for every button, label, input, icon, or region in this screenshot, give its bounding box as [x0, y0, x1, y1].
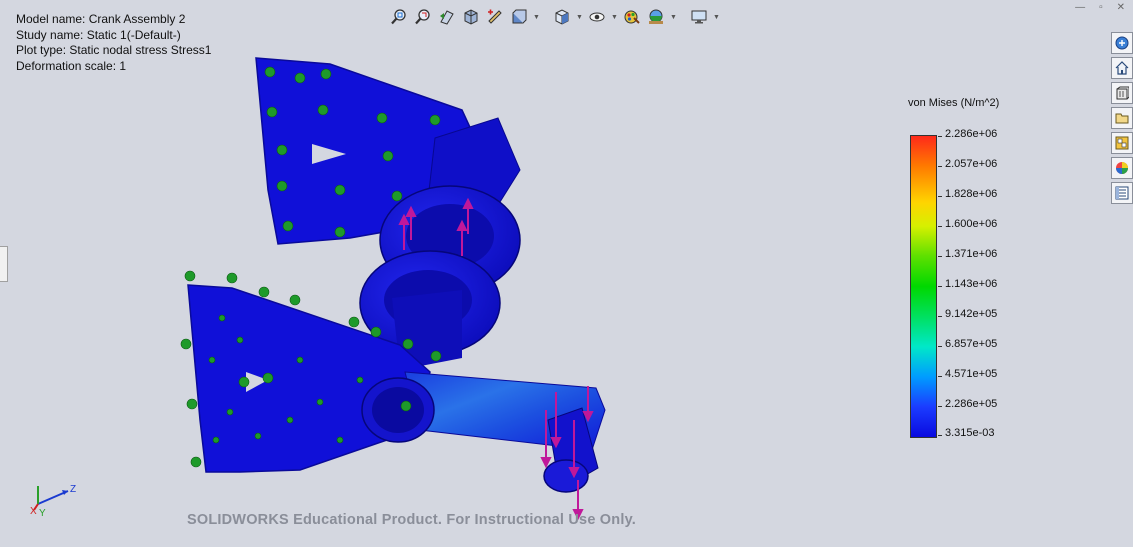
- legend-label: 1.600e+06: [945, 218, 998, 230]
- triad-axes-icon: [33, 486, 69, 511]
- legend-label: 2.286e+05: [945, 398, 998, 410]
- color-scale-bar[interactable]: [910, 135, 937, 438]
- triad-y-label: Y: [39, 508, 46, 519]
- legend-label-max: 2.286e+06: [945, 128, 998, 140]
- educational-watermark: SOLIDWORKS Educational Product. For Inst…: [187, 512, 636, 528]
- legend-label: 9.142e+05: [945, 308, 998, 320]
- reference-triad: Z X Y: [28, 480, 88, 520]
- crank-pin-end[interactable]: [543, 459, 589, 493]
- crank-hub-bore: [372, 387, 424, 433]
- legend-label: 4.571e+05: [945, 368, 998, 380]
- legend-label-min: 3.315e-03: [945, 427, 995, 439]
- legend-label: 1.828e+06: [945, 188, 998, 200]
- legend-title: von Mises (N/m^2): [908, 97, 1000, 109]
- triad-z-label: Z: [70, 484, 77, 495]
- triad-x-label: X: [30, 506, 37, 517]
- graphics-viewport[interactable]: [0, 0, 1133, 547]
- legend-label: 1.371e+06: [945, 248, 998, 260]
- legend-label: 6.857e+05: [945, 338, 998, 350]
- legend-label: 1.143e+06: [945, 278, 998, 290]
- legend-label: 2.057e+06: [945, 158, 998, 170]
